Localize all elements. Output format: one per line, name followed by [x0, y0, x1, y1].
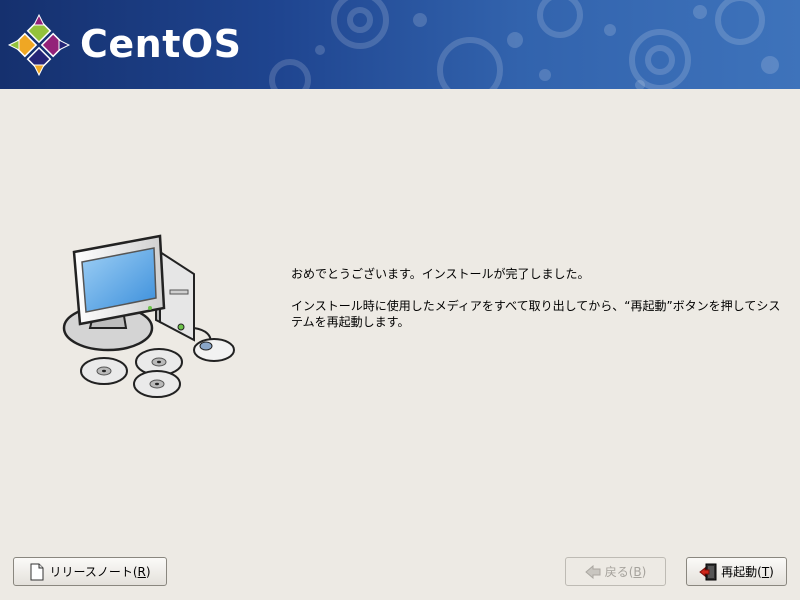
message-line-2: インストール時に使用したメディアをすべて取り出してから、“再起動”ボタンを押して… — [291, 299, 781, 329]
reboot-suffix: ) — [769, 565, 774, 579]
back-suffix: ) — [641, 565, 647, 579]
exit-door-icon — [699, 563, 717, 580]
back-button[interactable]: 戻る(B) — [565, 557, 666, 586]
reboot-text: 再起動( — [721, 565, 762, 579]
centos-logo-icon — [8, 14, 70, 76]
centos-logo-text: CentOS — [80, 22, 242, 66]
message-line-1: おめでとうございます。インストールが完了しました。 — [291, 267, 590, 281]
back-mnemonic: B — [633, 565, 642, 579]
release-notes-button[interactable]: リリースノート(R) — [13, 557, 167, 586]
document-icon — [30, 563, 44, 580]
back-label: 戻る(B) — [605, 563, 647, 580]
back-text: 戻る( — [604, 565, 634, 579]
back-arrow-icon — [584, 564, 601, 579]
completion-message: おめでとうございます。インストールが完了しました。 インストール時に使用したメデ… — [291, 266, 791, 330]
release-notes-suffix: ) — [145, 565, 151, 579]
reboot-button[interactable]: 再起動(T) — [686, 557, 787, 586]
header-banner: CentOS — [0, 0, 800, 89]
release-notes-label: リリースノート(R) — [49, 563, 150, 580]
release-notes-text: リリースノート( — [49, 565, 138, 579]
reboot-label: 再起動(T) — [721, 563, 774, 580]
release-notes-mnemonic: R — [137, 565, 146, 579]
computer-with-discs-icon — [62, 234, 235, 398]
